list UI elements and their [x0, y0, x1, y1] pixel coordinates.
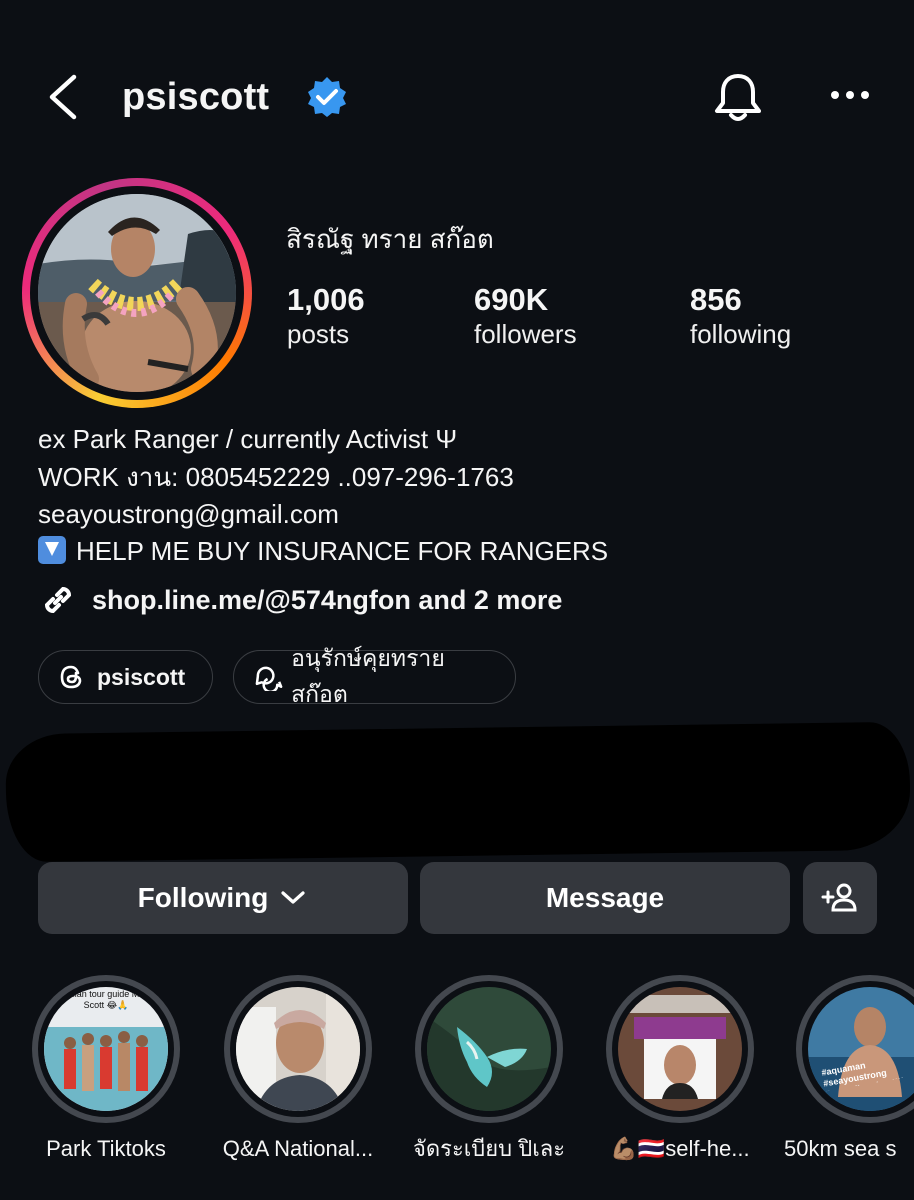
highlight-cover [618, 987, 742, 1111]
highlight-item[interactable]: จัดระเบียบ ปิเละ [413, 975, 565, 1161]
link-icon [44, 586, 72, 614]
bio-line: HELP ME BUY INSURANCE FOR RANGERS [38, 533, 608, 569]
bio-line: ex Park Ranger / currently Activist Ψ [38, 424, 458, 454]
add-person-icon [821, 883, 857, 912]
bio-email[interactable]: seayoustrong@gmail.com [38, 496, 339, 532]
bio-line: WORK งาน: 0805452229 ..097-296-1763 [38, 462, 514, 492]
stat-posts-label: posts [287, 319, 350, 349]
chat-bubbles-icon [255, 666, 283, 691]
channel-chip[interactable]: อนุรักษ์คุยทรายสก๊อต [233, 645, 516, 707]
down-arrow-emoji-icon [38, 536, 66, 564]
channel-chip-label: อนุรักษ์คุยทรายสก๊อต [291, 645, 445, 707]
profile-username: psiscott [122, 76, 270, 118]
stat-followers[interactable]: 690K followers [474, 282, 577, 350]
bio-link[interactable]: shop.line.me/@574ngfon and 2 more [38, 580, 562, 620]
bio-line-text: HELP ME BUY INSURANCE FOR RANGERS [76, 536, 609, 566]
message-button[interactable]: Message [420, 862, 790, 934]
more-options-icon [831, 91, 869, 99]
message-button-label: Message [545, 882, 665, 913]
highlight-label: Q&A National... [222, 1136, 374, 1161]
highlight-label: จัดระเบียบ ปิเละ [412, 1136, 566, 1161]
highlight-label: 50km sea s [784, 1136, 897, 1161]
threads-profile-chip[interactable]: psiscott [38, 650, 213, 704]
stat-following[interactable]: 856 following [690, 282, 791, 350]
bell-icon [715, 74, 761, 121]
back-button[interactable] [40, 70, 90, 124]
highlight-cover: russian tour guide M Mr. Scott 😂🙏 [44, 987, 168, 1111]
profile-avatar[interactable] [22, 178, 252, 408]
redacted-area [5, 721, 911, 863]
highlight-cover-caption: russian tour guide M Mr. Scott 😂🙏 [57, 989, 155, 1010]
threads-chip-label: psiscott [97, 663, 186, 690]
highlight-item[interactable]: #aquaman #seayoustrong #recordbreaker !!… [784, 975, 914, 1161]
verified-badge-icon [308, 77, 346, 117]
stat-followers-label: followers [474, 319, 577, 349]
stat-following-label: following [690, 319, 792, 349]
bio-link-text: shop.line.me/@574ngfon and 2 more [92, 584, 563, 615]
chevron-down-icon [281, 891, 305, 904]
highlight-cover [427, 987, 551, 1111]
back-arrow-icon [49, 74, 77, 120]
highlight-cover [236, 987, 360, 1111]
highlight-item[interactable]: russian tour guide M Mr. Scott 😂🙏 Park T… [32, 975, 180, 1161]
avatar-photo [38, 194, 236, 392]
stat-following-value: 856 [690, 282, 742, 317]
notifications-button[interactable] [710, 70, 766, 126]
highlight-item[interactable]: Q&A National... [223, 975, 373, 1161]
more-options-button[interactable] [828, 80, 872, 110]
threads-icon [60, 665, 82, 689]
highlight-item[interactable]: 💪🏽🇹🇭self-he... [606, 975, 754, 1161]
stat-posts-value: 1,006 [287, 282, 365, 317]
highlight-label: Park Tiktoks [46, 1136, 166, 1161]
stat-followers-value: 690K [474, 282, 549, 317]
highlight-label: 💪🏽🇹🇭self-he... [610, 1136, 750, 1161]
stat-posts[interactable]: 1,006 posts [287, 282, 365, 350]
suggest-people-button[interactable] [803, 862, 877, 934]
profile-display-name: สิรณัฐ ทราย สก๊อต [286, 224, 494, 254]
following-button-label: Following [137, 882, 269, 913]
following-button[interactable]: Following [38, 862, 408, 934]
